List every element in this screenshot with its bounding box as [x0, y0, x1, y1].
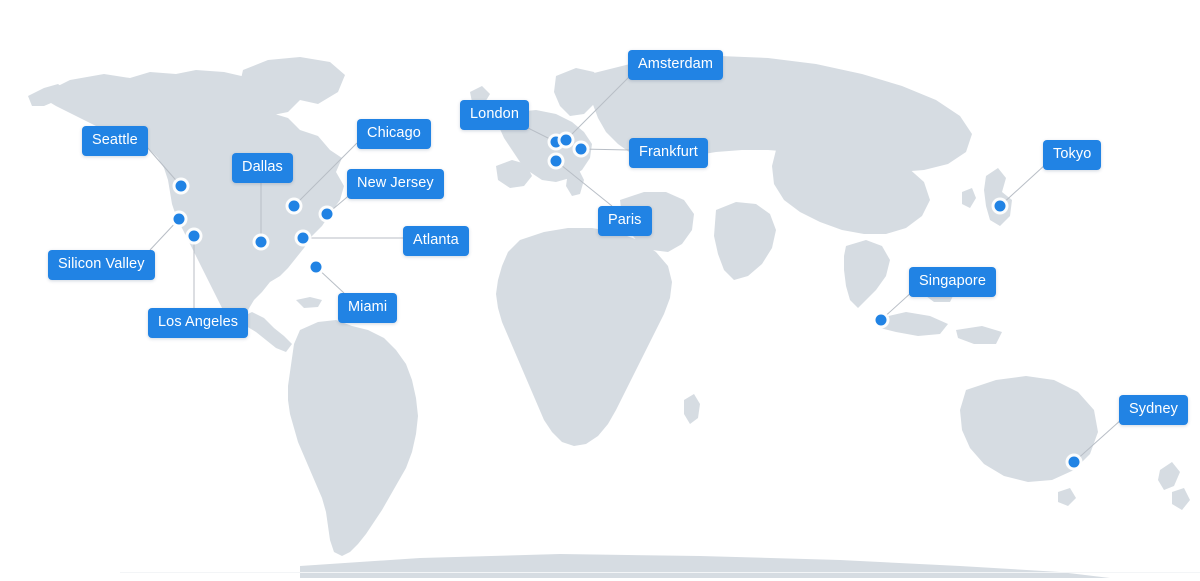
location-label-paris[interactable]: Paris: [598, 206, 652, 236]
landmass-path-17: [844, 240, 890, 308]
landmass-path-12: [566, 168, 584, 196]
location-marker-silicon-valley[interactable]: [173, 213, 185, 225]
location-marker-dallas[interactable]: [255, 236, 267, 248]
location-marker-tokyo[interactable]: [994, 200, 1006, 212]
landmass-path-4: [296, 297, 322, 308]
location-marker-atlanta[interactable]: [297, 232, 309, 244]
landmass-path-20: [880, 312, 948, 336]
landmass-path-18: [984, 168, 1012, 226]
location-label-amsterdam[interactable]: Amsterdam: [628, 50, 724, 80]
location-label-sydney[interactable]: Sydney: [1119, 395, 1188, 425]
location-marker-paris[interactable]: [550, 155, 562, 167]
location-marker-singapore[interactable]: [875, 314, 887, 326]
location-marker-frankfurt[interactable]: [575, 143, 587, 155]
location-marker-sydney[interactable]: [1068, 456, 1080, 468]
landmass-path-19: [962, 188, 976, 208]
landmass-path-24: [1058, 488, 1076, 506]
location-label-chicago[interactable]: Chicago: [357, 119, 431, 149]
location-label-tokyo[interactable]: Tokyo: [1043, 140, 1102, 170]
location-marker-seattle[interactable]: [175, 180, 187, 192]
location-label-miami[interactable]: Miami: [338, 293, 398, 323]
location-label-los-angeles[interactable]: Los Angeles: [148, 308, 249, 338]
landmass-path-6: [496, 228, 672, 446]
landmass-path-22: [956, 326, 1002, 344]
location-label-atlanta[interactable]: Atlanta: [403, 226, 469, 256]
landmass-path-15: [714, 202, 776, 280]
bottom-divider: [120, 572, 1200, 573]
world-map-landmass: [28, 56, 1190, 578]
location-marker-new-jersey[interactable]: [321, 208, 333, 220]
landmass-path-5: [288, 320, 418, 556]
location-label-dallas[interactable]: Dallas: [232, 153, 293, 183]
location-marker-miami[interactable]: [310, 261, 322, 273]
landmass-path-25: [1158, 462, 1180, 490]
location-label-frankfurt[interactable]: Frankfurt: [629, 138, 708, 168]
location-label-singapore[interactable]: Singapore: [909, 267, 997, 297]
location-marker-los-angeles[interactable]: [188, 230, 200, 242]
landmass-path-26: [1172, 488, 1190, 510]
location-label-silicon-valley[interactable]: Silicon Valley: [48, 250, 155, 280]
landmass-path-27: [300, 554, 1110, 578]
location-marker-chicago[interactable]: [288, 200, 300, 212]
location-marker-amsterdam[interactable]: [560, 134, 572, 146]
landmass-path-1: [40, 70, 344, 330]
location-label-london[interactable]: London: [460, 100, 529, 130]
location-label-new-jersey[interactable]: New Jersey: [347, 169, 444, 199]
location-label-seattle[interactable]: Seattle: [82, 126, 148, 156]
landmass-path-7: [684, 394, 700, 424]
world-map-container: Seattle Silicon Valley Los Angeles Dallas Ch…: [0, 0, 1200, 581]
